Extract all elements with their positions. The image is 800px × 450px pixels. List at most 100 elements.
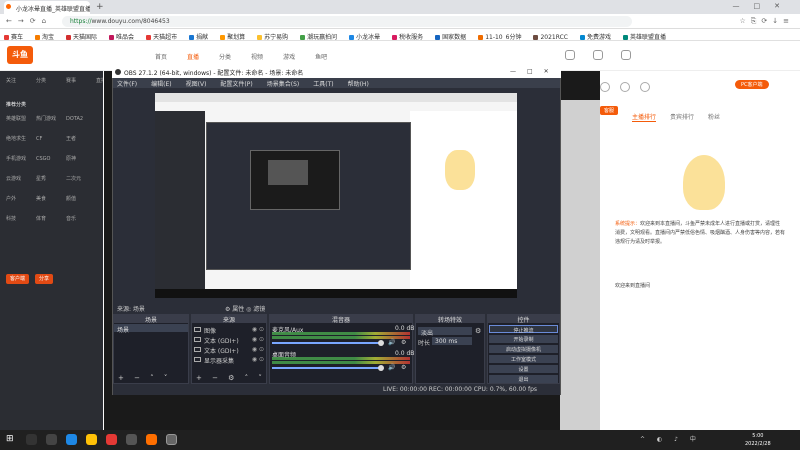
- visibility-lock-icon[interactable]: ◉ ⊙: [252, 356, 264, 363]
- app-icon-2[interactable]: [126, 434, 137, 445]
- nav-link[interactable]: 游戏: [283, 54, 295, 61]
- url-input[interactable]: https://www.douyu.com/8046453: [62, 16, 632, 27]
- bookmark-item[interactable]: 11-10_6分钟: [478, 34, 521, 40]
- bookmark-item[interactable]: 潮玩赢拍问: [300, 34, 337, 40]
- control-button[interactable]: 停止推流: [489, 325, 558, 334]
- bookmark-item[interactable]: 天猫国际: [66, 34, 97, 40]
- nav-link[interactable]: 首页: [155, 54, 167, 61]
- control-button[interactable]: 工作室模式: [489, 355, 558, 363]
- volume-knob[interactable]: [378, 340, 384, 346]
- window-controls[interactable]: —□✕: [733, 2, 794, 10]
- sidebar-item[interactable]: 音乐: [66, 212, 96, 226]
- speaker-icon[interactable]: 🔊: [388, 364, 395, 371]
- source-item[interactable]: 显示器采集 ◉ ⊙: [193, 355, 266, 365]
- obs-menu-item[interactable]: 场景集合(S): [267, 81, 300, 88]
- system-tray[interactable]: ^ ◐ ♪ 中: [640, 434, 701, 443]
- chrome-icon[interactable]: [86, 434, 97, 445]
- sidebar-item[interactable]: 颜值: [66, 192, 96, 206]
- rank-tab[interactable]: 粉丝: [708, 114, 720, 121]
- volume-knob[interactable]: [378, 365, 384, 371]
- bookmark-item[interactable]: 税收服务: [392, 34, 423, 40]
- browser-tab[interactable]: 小龙冰晕直播_英雄联盟直播: [4, 1, 90, 14]
- transition-gear-icon[interactable]: ⚙: [475, 327, 481, 335]
- nav-link[interactable]: 鱼吧: [315, 54, 327, 61]
- bookmark-item[interactable]: 2021RCC: [533, 34, 568, 40]
- sidebar-button[interactable]: 分享: [35, 274, 54, 284]
- control-button[interactable]: 开始录制: [489, 335, 558, 343]
- rank-tab[interactable]: 贵宾排行: [670, 114, 694, 121]
- obs-menu-item[interactable]: 文件(F): [117, 81, 137, 88]
- volume-slider[interactable]: [272, 342, 380, 344]
- bookmark-item[interactable]: 捐献: [189, 34, 208, 40]
- obs-window-controls[interactable]: —□✕: [510, 68, 560, 75]
- nav-buttons[interactable]: ←→⟳⌂: [6, 17, 52, 25]
- header-icons[interactable]: [565, 50, 649, 62]
- start-icon[interactable]: ⊞: [6, 435, 15, 444]
- right-panel-icons[interactable]: [600, 72, 800, 102]
- bookmark-item[interactable]: 苏宁易购: [257, 34, 288, 40]
- sidebar-item[interactable]: 热门游戏: [36, 112, 66, 126]
- obs-menu-item[interactable]: 工具(T): [313, 81, 333, 88]
- source-item[interactable]: 图像 ◉ ⊙: [193, 325, 266, 335]
- sidebar-item[interactable]: 关注: [6, 74, 36, 88]
- obs-menu-item[interactable]: 配置文件(P): [220, 81, 252, 88]
- source-item[interactable]: 文本 (GDI+) ◉ ⊙: [193, 335, 266, 345]
- sidebar-item[interactable]: 户外: [6, 192, 36, 206]
- sidebar-item[interactable]: 绝地求生: [6, 132, 36, 146]
- control-button[interactable]: 退出: [489, 375, 558, 383]
- sidebar-item[interactable]: CSGO: [36, 152, 66, 166]
- visibility-lock-icon[interactable]: ◉ ⊙: [252, 326, 264, 333]
- sidebar-item[interactable]: 手机游戏: [6, 152, 36, 166]
- sidebar-item[interactable]: 美食: [36, 192, 66, 206]
- obs-taskbar-icon[interactable]: [166, 434, 177, 445]
- scenes-toolbar[interactable]: + − ˄ ˅: [113, 374, 171, 384]
- nav-link[interactable]: 视频: [251, 54, 263, 61]
- filters-button[interactable]: ◎ 滤镜: [246, 306, 265, 313]
- speaker-icon[interactable]: 🔊: [388, 339, 395, 346]
- sidebar-item[interactable]: 体育: [36, 212, 66, 226]
- visibility-lock-icon[interactable]: ◉ ⊙: [252, 336, 264, 343]
- search-icon[interactable]: [26, 434, 37, 445]
- sources-toolbar[interactable]: + − ⚙ ˄ ˅: [191, 374, 266, 384]
- sidebar-item[interactable]: 科技: [6, 212, 36, 226]
- bookmark-item[interactable]: 聚划算: [220, 34, 245, 40]
- bookmark-item[interactable]: 天猫超市: [146, 34, 177, 40]
- browser-toolbar-icons[interactable]: ☆⎘⟳↓≡: [740, 17, 794, 26]
- taskbar-apps[interactable]: [26, 434, 186, 447]
- sidebar-item[interactable]: CF: [36, 132, 66, 146]
- obs-menu-item[interactable]: 编辑(E): [151, 81, 171, 88]
- rank-tabs[interactable]: 主播排行 贵宾排行 粉丝: [632, 112, 734, 122]
- edge-icon[interactable]: [66, 434, 77, 445]
- sidebar-item[interactable]: 二次元: [66, 172, 96, 186]
- sidebar-button[interactable]: 客户端: [6, 274, 30, 284]
- bookmark-item[interactable]: 小龙冰晕: [349, 34, 380, 40]
- transition-select[interactable]: 淡出: [418, 327, 472, 337]
- obs-menu-item[interactable]: 帮助(H): [348, 81, 369, 88]
- app-icon-3[interactable]: [146, 434, 157, 445]
- sidebar-item[interactable]: 直播: [96, 74, 103, 88]
- visibility-lock-icon[interactable]: ◉ ⊙: [252, 346, 264, 353]
- gear-icon[interactable]: ⚙: [401, 339, 406, 346]
- kefu-badge[interactable]: 客服: [600, 106, 619, 115]
- obs-menu-item[interactable]: 视图(V): [186, 81, 207, 88]
- bookmark-item[interactable]: 免费游戏: [579, 34, 611, 40]
- sidebar-item[interactable]: 原神: [66, 152, 96, 166]
- app-icon[interactable]: [106, 434, 117, 445]
- bookmark-item[interactable]: 淘宝: [35, 34, 54, 40]
- gear-icon[interactable]: ⚙: [401, 364, 406, 371]
- sidebar-item[interactable]: 云游戏: [6, 172, 36, 186]
- bookmark-item[interactable]: 唯品会: [109, 34, 134, 40]
- bookmark-item[interactable]: 国家数据: [435, 34, 466, 40]
- new-tab-icon[interactable]: +: [96, 2, 104, 12]
- sidebar-item[interactable]: 王者: [66, 132, 96, 146]
- rank-tab[interactable]: 主播排行: [632, 114, 657, 122]
- duration-input[interactable]: 300 ms: [432, 337, 472, 345]
- bookmark-item[interactable]: 赛车: [4, 34, 23, 40]
- source-item[interactable]: 文本 (GDI+) ◉ ⊙: [193, 345, 266, 355]
- scene-item[interactable]: 场景: [114, 324, 188, 334]
- control-button[interactable]: 设置: [489, 365, 558, 373]
- bookmark-item[interactable]: 英雄联盟直播: [623, 34, 666, 40]
- sidebar-item[interactable]: 分类: [36, 74, 66, 88]
- sidebar-item[interactable]: 英雄联盟: [6, 112, 36, 126]
- properties-button[interactable]: ⚙ 属性: [225, 306, 244, 313]
